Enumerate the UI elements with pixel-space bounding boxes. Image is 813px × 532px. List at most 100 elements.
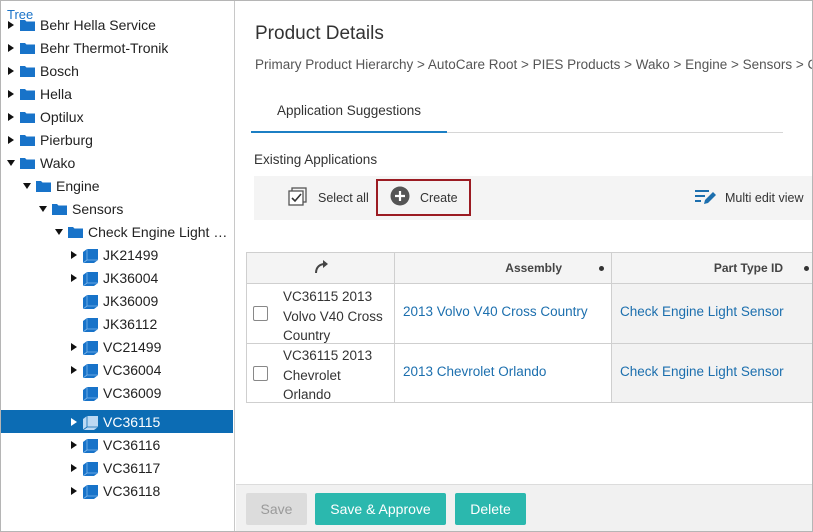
- product-cube-icon: [83, 386, 98, 401]
- expand-arrow-icon[interactable]: [6, 18, 16, 32]
- tree-node-bosch[interactable]: Bosch: [1, 59, 233, 82]
- collapse-arrow-icon[interactable]: [6, 156, 16, 170]
- row-part-type-link[interactable]: Check Engine Light Sensor: [620, 304, 784, 319]
- folder-icon: [20, 134, 35, 146]
- save-button[interactable]: Save: [246, 493, 307, 525]
- tree-node-label: VC36009: [103, 384, 162, 401]
- expand-arrow-icon[interactable]: [69, 484, 79, 498]
- col-divider: [394, 253, 395, 402]
- main-pane: Product Details Primary Product Hierarch…: [236, 1, 812, 531]
- save-approve-button[interactable]: Save & Approve: [315, 493, 446, 525]
- link-arrow-icon: [313, 259, 329, 278]
- tree-node-pierburg[interactable]: Pierburg: [1, 128, 233, 151]
- tree-node-label: VC36004: [103, 361, 162, 378]
- tree-node-label: Behr Hella Service: [40, 16, 156, 33]
- select-all-label: Select all: [318, 191, 369, 205]
- row-assembly-link[interactable]: 2013 Chevrolet Orlando: [403, 364, 546, 379]
- product-cube-icon: [83, 271, 98, 286]
- expand-arrow-icon[interactable]: [6, 41, 16, 55]
- checkbox-stack-icon: [288, 186, 308, 210]
- tree-node-vc36117[interactable]: VC36117: [1, 456, 233, 479]
- select-all-button[interactable]: Select all: [288, 176, 369, 220]
- row-checkbox[interactable]: [253, 366, 268, 381]
- grid-header-link[interactable]: [247, 253, 395, 284]
- plus-circle-icon: [390, 186, 410, 209]
- tree-node-jk36112[interactable]: JK36112: [1, 312, 233, 335]
- tree-node-jk36009[interactable]: JK36009: [1, 289, 233, 312]
- tree-node-label: VC36115: [103, 413, 161, 430]
- collapse-arrow-icon[interactable]: [38, 202, 48, 216]
- tree-node-vc36118[interactable]: VC36118: [1, 479, 233, 502]
- row-part-type-link[interactable]: Check Engine Light Sensor: [620, 364, 784, 379]
- expand-arrow-icon[interactable]: [6, 64, 16, 78]
- toolbar: Select all Create Multi edit view: [254, 176, 812, 220]
- expand-arrow-icon[interactable]: [69, 248, 79, 262]
- grid-header-assembly-label: Assembly: [505, 261, 562, 275]
- tree-node-vc36115-selected[interactable]: VC36115: [1, 410, 233, 433]
- footer-action-bar: Save Save & Approve Delete: [236, 484, 812, 531]
- folder-icon: [20, 88, 35, 100]
- tree-node-behr-thermot-tronik[interactable]: Behr Thermot-Tronik: [1, 36, 233, 59]
- multi-edit-icon: [694, 188, 716, 209]
- column-menu-dot-icon[interactable]: [599, 265, 604, 271]
- tree-node-jk21499[interactable]: JK21499: [1, 243, 233, 266]
- tree-node-check-engine-light[interactable]: Check Engine Light Se...: [1, 220, 233, 243]
- tree-node-label: Wako: [40, 154, 76, 171]
- page-title: Product Details: [255, 23, 384, 44]
- collapse-arrow-icon[interactable]: [22, 179, 32, 193]
- tree-node-label: JK36009: [103, 292, 159, 309]
- expand-arrow-icon[interactable]: [6, 87, 16, 101]
- expand-arrow-icon[interactable]: [69, 438, 79, 452]
- tree-node-label: VC36118: [103, 482, 161, 499]
- product-cube-icon: [83, 317, 98, 332]
- folder-icon: [20, 157, 35, 169]
- tree-node-vc21499[interactable]: VC21499: [1, 335, 233, 358]
- tree-node-jk36004[interactable]: JK36004: [1, 266, 233, 289]
- tree-node-label: JK36112: [103, 315, 158, 332]
- tree-node-behr-hella-service[interactable]: Behr Hella Service: [1, 13, 233, 36]
- tree-node-optilux[interactable]: Optilux: [1, 105, 233, 128]
- column-menu-dot-icon[interactable]: [804, 265, 809, 271]
- grid-header-part-type-label: Part Type ID: [713, 261, 783, 275]
- product-cube-icon: [83, 340, 98, 355]
- multi-edit-view-button[interactable]: Multi edit view: [694, 176, 804, 220]
- tab-application-suggestions[interactable]: Application Suggestions: [251, 89, 447, 133]
- expand-arrow-icon[interactable]: [6, 110, 16, 124]
- product-cube-icon: [83, 484, 98, 499]
- expand-arrow-icon[interactable]: [69, 271, 79, 285]
- folder-icon: [20, 65, 35, 77]
- delete-button[interactable]: Delete: [455, 493, 526, 525]
- tree-node-hella[interactable]: Hella: [1, 82, 233, 105]
- product-cube-icon: [83, 461, 98, 476]
- expand-arrow-icon[interactable]: [69, 461, 79, 475]
- multi-edit-label: Multi edit view: [725, 191, 804, 205]
- row-name: VC36115 2013 Chevrolet Orlando: [283, 348, 373, 402]
- folder-icon: [68, 226, 83, 238]
- tree-node-vc36004[interactable]: VC36004: [1, 358, 233, 381]
- col-divider: [611, 253, 612, 402]
- breadcrumb[interactable]: Primary Product Hierarchy > AutoCare Roo…: [255, 57, 812, 72]
- row-checkbox[interactable]: [253, 306, 268, 321]
- expand-arrow-icon[interactable]: [6, 133, 16, 147]
- tree-node-engine[interactable]: Engine: [1, 174, 233, 197]
- tree-node-sensors[interactable]: Sensors: [1, 197, 233, 220]
- expand-arrow-icon[interactable]: [69, 415, 79, 429]
- tree-node-vc36116[interactable]: VC36116: [1, 433, 233, 456]
- expand-arrow-icon[interactable]: [69, 363, 79, 377]
- tree-node-label: Behr Thermot-Tronik: [40, 39, 169, 56]
- tree-node-label: Bosch: [40, 62, 79, 79]
- create-button[interactable]: Create: [376, 179, 471, 216]
- tree-node-label: VC36117: [103, 459, 161, 476]
- grid-header-part-type-id[interactable]: Part Type ID: [612, 253, 812, 284]
- row-name: VC36115 2013 Volvo V40 Cross Country: [283, 289, 383, 343]
- tree-node-vc36009[interactable]: VC36009: [1, 381, 233, 404]
- expand-arrow-icon[interactable]: [69, 340, 79, 354]
- collapse-arrow-icon[interactable]: [54, 225, 64, 239]
- tree-node-label: Engine: [56, 177, 100, 194]
- grid-header-assembly[interactable]: Assembly: [395, 253, 612, 284]
- product-cube-icon: [83, 415, 98, 430]
- row-assembly-link[interactable]: 2013 Volvo V40 Cross Country: [403, 304, 588, 319]
- tree-node-wako[interactable]: Wako: [1, 151, 233, 174]
- tree-node-label: Optilux: [40, 108, 84, 125]
- tree-node-label: Pierburg: [40, 131, 93, 148]
